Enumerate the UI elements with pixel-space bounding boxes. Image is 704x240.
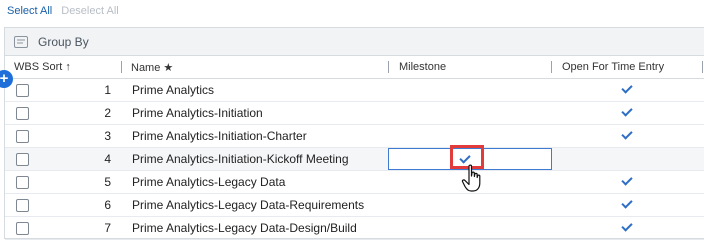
group-by-icon <box>14 35 28 48</box>
table-row[interactable]: 7 Prime Analytics-Legacy Data-Design/Bui… <box>5 217 704 240</box>
select-all-link[interactable]: Select All <box>7 5 52 19</box>
grid-header: WBS Sort ↑ Name ★ Milestone Open For Tim… <box>5 56 704 79</box>
wbs-number: 7 <box>104 221 111 235</box>
row-select-checkbox[interactable] <box>16 199 29 212</box>
open-for-time-entry-check-icon[interactable] <box>622 82 634 94</box>
column-header-wbs-sort[interactable]: WBS Sort ↑ <box>14 61 71 73</box>
table-row[interactable]: 2 Prime Analytics-Initiation <box>5 102 704 125</box>
column-header-milestone[interactable]: Milestone <box>399 61 446 73</box>
wbs-grid: Group By WBS Sort ↑ Name ★ Milestone Ope… <box>4 27 704 240</box>
wbs-number: 4 <box>104 152 111 166</box>
wbs-name: Prime Analytics-Legacy Data <box>132 175 286 189</box>
wbs-number: 3 <box>104 129 111 143</box>
deselect-all-link[interactable]: Deselect All <box>61 5 118 19</box>
wbs-number: 5 <box>104 175 111 189</box>
row-select-checkbox[interactable] <box>16 84 29 97</box>
open-for-time-entry-check-icon[interactable] <box>622 174 634 186</box>
plus-circle-icon: + <box>0 70 9 87</box>
column-divider[interactable] <box>121 61 122 73</box>
row-select-checkbox[interactable] <box>16 222 29 235</box>
open-for-time-entry-check-icon[interactable] <box>622 128 634 140</box>
wbs-number: 1 <box>104 83 111 97</box>
table-row[interactable]: 5 Prime Analytics-Legacy Data <box>5 171 704 194</box>
row-select-checkbox[interactable] <box>16 153 29 166</box>
open-for-time-entry-check-icon[interactable] <box>622 105 634 117</box>
hand-pointer-icon <box>460 164 488 194</box>
column-divider[interactable] <box>702 61 703 73</box>
group-by-label: Group By <box>38 34 89 49</box>
wbs-number: 6 <box>104 198 111 212</box>
table-row[interactable]: 3 Prime Analytics-Initiation-Charter <box>5 125 704 148</box>
wbs-name: Prime Analytics <box>132 83 215 97</box>
wbs-number: 2 <box>104 106 111 120</box>
wbs-name: Prime Analytics-Initiation-Charter <box>132 129 307 143</box>
grid-body: 1 Prime Analytics 2 Prime Analytics-Init… <box>5 79 704 240</box>
column-header-name[interactable]: Name ★ <box>131 61 173 74</box>
wbs-name: Prime Analytics-Initiation-Kickoff Meeti… <box>132 152 349 166</box>
column-divider[interactable] <box>551 61 552 73</box>
row-select-checkbox[interactable] <box>16 176 29 189</box>
wbs-name: Prime Analytics-Initiation <box>132 106 263 120</box>
table-row[interactable]: 6 Prime Analytics-Legacy Data-Requiremen… <box>5 194 704 217</box>
selection-toolbar: Select All Deselect All <box>7 5 119 19</box>
wbs-name: Prime Analytics-Legacy Data-Design/Build <box>132 221 357 235</box>
open-for-time-entry-check-icon[interactable] <box>622 220 634 232</box>
column-header-open-for-time-entry[interactable]: Open For Time Entry <box>562 61 664 73</box>
column-divider[interactable] <box>388 61 389 73</box>
row-select-checkbox[interactable] <box>16 107 29 120</box>
table-row[interactable]: 1 Prime Analytics <box>5 79 704 102</box>
table-row[interactable]: 4 Prime Analytics-Initiation-Kickoff Mee… <box>5 145 704 171</box>
wbs-name: Prime Analytics-Legacy Data-Requirements <box>132 198 365 212</box>
open-for-time-entry-check-icon[interactable] <box>622 197 634 209</box>
group-by-bar[interactable]: Group By <box>5 28 704 56</box>
row-select-checkbox[interactable] <box>16 130 29 143</box>
